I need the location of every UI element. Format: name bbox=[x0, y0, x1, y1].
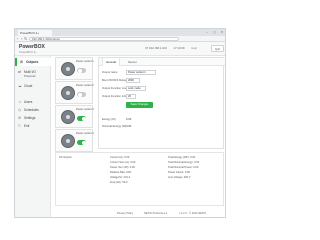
sidebar-item-settings[interactable]: ⚙ Settings bbox=[15, 114, 51, 122]
sidebar-item-schedules[interactable]: ◷ Schedules bbox=[15, 106, 51, 114]
sidebar-item-users[interactable]: ☺ Users bbox=[15, 98, 51, 106]
sidebar-item-exit[interactable]: ⎋ Exit bbox=[15, 122, 51, 130]
privacy-link[interactable]: Privacy Policy bbox=[117, 212, 133, 215]
window-controls[interactable]: – ▢ ✕ bbox=[206, 30, 225, 34]
ip-label: IP 192.168.1.100 bbox=[145, 46, 167, 50]
cloud-icon: ☁ bbox=[18, 84, 22, 88]
tab-bar: PowerBOX 4+ – ▢ ✕ bbox=[15, 29, 225, 36]
output-name: Power socket 2 bbox=[76, 84, 94, 87]
reading-value: 0.00 bbox=[126, 125, 132, 128]
socket-icon bbox=[61, 62, 75, 76]
multiio-icon: ⇄ bbox=[18, 70, 22, 74]
company-link[interactable]: NETIO Products a.s. bbox=[144, 212, 168, 215]
sidebar-item-label: Exit bbox=[24, 124, 30, 128]
sidebar-item-cloud[interactable]: ☁ Cloud bbox=[15, 82, 51, 90]
sidebar: ⊞ Outputs ⇄ Multi I/O Protocols ☁ Cloud … bbox=[15, 56, 51, 217]
app-root: PowerBOX PowerBOX 4+ IP 192.168.1.100 17… bbox=[15, 42, 225, 217]
tab-general[interactable]: General bbox=[102, 58, 120, 66]
summary-stat: Voltage(V): 231.4 bbox=[110, 176, 131, 179]
sidebar-subitem-protocols[interactable]: Protocols bbox=[24, 74, 36, 78]
sidebar-item-outputs[interactable]: ⊞ Outputs bbox=[15, 58, 51, 66]
main-content: Power socket 1 Power socket 2 Power sock… bbox=[52, 56, 225, 217]
output-card[interactable]: Power socket 3 bbox=[55, 105, 94, 128]
header-status: IP 192.168.1.100 17:10:09 Help bbox=[140, 46, 197, 50]
exit-icon: ⎋ bbox=[18, 124, 21, 128]
output-settings-panel: General Sensor Output name Power socket … bbox=[98, 57, 225, 149]
sidebar-item-label: Users bbox=[24, 100, 33, 104]
outputs-icon: ⊞ bbox=[20, 60, 24, 64]
footer: Privacy Policy NETIO Products a.s. v 1.2… bbox=[89, 206, 225, 217]
device-model: PowerBOX 4+ bbox=[19, 50, 37, 54]
quit-button[interactable]: Quit bbox=[210, 45, 224, 52]
delay-input[interactable]: 2000 bbox=[126, 78, 140, 83]
output-toggle[interactable] bbox=[77, 140, 86, 145]
summary-panel: All Outputs Current (A): 0.00 Current Su… bbox=[55, 152, 224, 206]
output-name: Power socket 4 bbox=[76, 132, 94, 135]
tab-sensor[interactable]: Sensor bbox=[125, 58, 140, 66]
sidebar-item-label: Schedules bbox=[24, 108, 39, 112]
field-label: Boot ON/OFF Delay bbox=[102, 79, 127, 82]
summary-stat: Relative Batt. 91% bbox=[110, 171, 132, 174]
summary-stat: Line Voltage: 230 V bbox=[168, 176, 191, 179]
mode-select[interactable]: Lock mode bbox=[126, 86, 146, 91]
output-card[interactable]: Power socket 1 bbox=[55, 57, 94, 80]
summary-stat: Total Energy (Wh): 0.00 bbox=[168, 156, 196, 159]
info-input[interactable]: 20 bbox=[126, 94, 136, 99]
summary-stat: Total Nominal Energy: 0.00 bbox=[168, 161, 200, 164]
sidebar-item-label: Cloud bbox=[24, 84, 33, 88]
output-card[interactable]: Power socket 4 bbox=[55, 129, 94, 152]
users-icon: ☺ bbox=[18, 100, 22, 104]
reading-label: Energy (W) bbox=[102, 118, 116, 121]
summary-stat: Power Factor: 0.00 bbox=[168, 171, 190, 174]
field-label: Output Function mode bbox=[102, 87, 129, 90]
field-label: Output name bbox=[102, 71, 118, 74]
clock-icon: ◷ bbox=[18, 108, 22, 112]
summary-stat: Total Nominal Power: 0.00 bbox=[168, 166, 199, 169]
output-toggle[interactable] bbox=[77, 68, 86, 73]
sidebar-item-label: Settings bbox=[24, 116, 36, 120]
gear-icon: ⚙ bbox=[18, 116, 22, 120]
output-name-input[interactable]: Power socket 1 bbox=[126, 70, 156, 75]
summary-stat: Current (A): 0.00 bbox=[110, 156, 130, 159]
socket-icon bbox=[61, 86, 75, 100]
screenshot: PowerBOX 4+ – ▢ ✕ ‹ › ↻ 192.168.1.100/ou… bbox=[0, 0, 240, 240]
summary-stat: Freq (Hz): 50.0 bbox=[110, 181, 128, 184]
app-header: PowerBOX PowerBOX 4+ IP 192.168.1.100 17… bbox=[15, 42, 225, 56]
socket-icon bbox=[61, 110, 75, 124]
output-name: Power socket 3 bbox=[76, 108, 94, 111]
summary-title: All Outputs bbox=[59, 156, 72, 159]
browser-window: PowerBOX 4+ – ▢ ✕ ‹ › ↻ 192.168.1.100/ou… bbox=[14, 28, 226, 218]
help-link[interactable]: Help bbox=[191, 46, 197, 50]
field-label: Output Function info bbox=[102, 95, 127, 98]
time-label: 17:10:09 bbox=[173, 46, 185, 50]
sidebar-item-label: Outputs bbox=[26, 60, 39, 64]
summary-stat: Current Sum (A): 0.00 bbox=[110, 161, 136, 164]
socket-icon bbox=[61, 134, 75, 148]
save-changes-button[interactable]: Save Changes bbox=[126, 102, 153, 108]
reading-value: 0.00 bbox=[126, 118, 132, 121]
output-name: Power socket 1 bbox=[76, 60, 94, 63]
output-toggle[interactable] bbox=[77, 92, 86, 97]
version-text: v 1.2.3 · © 2024 NETIO bbox=[179, 212, 207, 215]
summary-stat: Power Sum (W): 0.00 bbox=[110, 166, 135, 169]
panel-tabs: General Sensor bbox=[99, 58, 225, 66]
url-input[interactable]: 192.168.1.100/outputs bbox=[29, 37, 179, 41]
reading-label: Nominal Energy (W) bbox=[102, 125, 127, 128]
output-toggle[interactable] bbox=[77, 116, 86, 121]
output-card[interactable]: Power socket 2 bbox=[55, 81, 94, 104]
